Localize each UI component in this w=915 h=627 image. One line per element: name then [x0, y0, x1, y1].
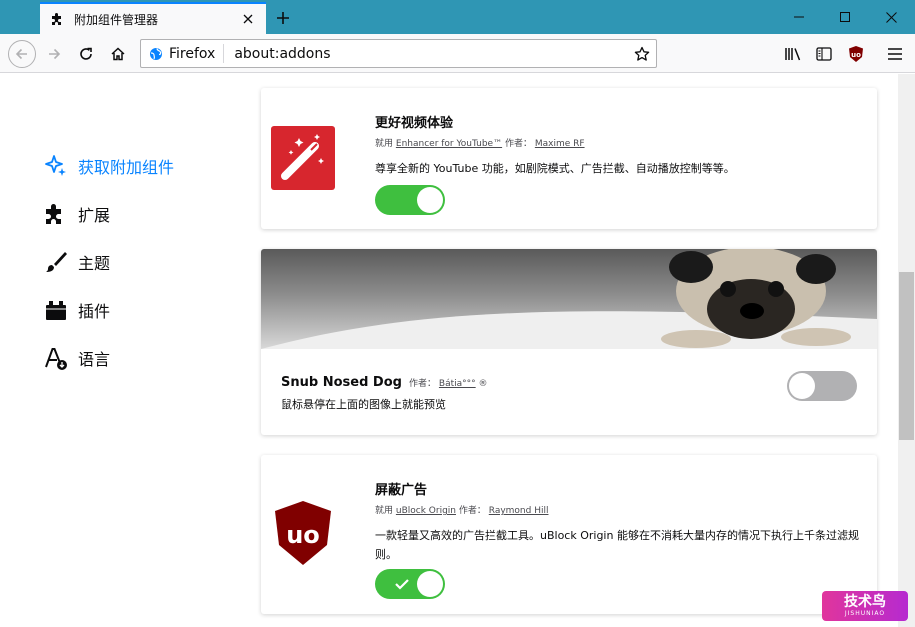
close-tab-icon[interactable] — [240, 11, 256, 27]
forward-arrow-icon — [49, 48, 61, 60]
svg-text:uo: uo — [286, 521, 320, 549]
identity-label: Firefox — [169, 45, 216, 62]
category-languages[interactable]: 语言 — [44, 343, 110, 373]
addon-toggle[interactable] — [375, 185, 445, 215]
url-bar[interactable]: Firefox about:addons — [140, 39, 657, 68]
author-link[interactable]: Bátia°°° — [439, 379, 476, 389]
addon-meta: 就用 Enhancer for YouTube™ 作者： Maxime RF — [375, 136, 865, 149]
category-label: 语言 — [78, 350, 111, 369]
addon-description: 鼠标悬停在上面的图像上就能预览 — [281, 398, 446, 411]
addon-description: 尊享全新的 YouTube 功能，如剧院模式、广告拦截、自动播放控制等等。 — [375, 162, 735, 175]
home-icon — [111, 47, 125, 61]
home-button[interactable] — [104, 40, 132, 68]
addon-card-enhancer-for-youtube: 更好视频体验 就用 Enhancer for YouTube™ 作者： Maxi… — [261, 88, 877, 229]
watermark-logo: 技术鸟 JISHUNIAO — [822, 591, 908, 621]
brush-icon — [44, 250, 68, 274]
plugin-icon — [44, 298, 68, 322]
category-label: 获取附加组件 — [78, 158, 175, 177]
category-themes[interactable]: 主题 — [44, 247, 110, 277]
category-plugins[interactable]: 插件 — [44, 295, 110, 325]
addon-card-snub-nosed-dog: Snub Nosed Dog 作者： Bátia°°° ® 鼠标悬停在上面的图像… — [261, 249, 877, 435]
meta-prefix: 就用 — [375, 506, 394, 516]
globe-icon — [150, 47, 162, 60]
addon-meta: 就用 uBlock Origin 作者： Raymond Hill — [375, 503, 863, 516]
watermark-main: 技术鸟 — [844, 594, 886, 610]
copyright-icon: ® — [478, 379, 488, 389]
maximize-button[interactable] — [822, 0, 868, 34]
addon-link[interactable]: uBlock Origin — [396, 506, 456, 516]
forward-button[interactable] — [40, 40, 68, 68]
author-link[interactable]: Maxime RF — [535, 139, 585, 149]
category-label: 扩展 — [78, 206, 111, 225]
pug-image — [261, 249, 877, 349]
magic-wand-icon — [271, 126, 335, 190]
author-label: 作者： — [409, 379, 437, 389]
meta-prefix: 就用 — [375, 139, 394, 149]
addon-link[interactable]: Enhancer for YouTube™ — [396, 139, 502, 149]
page-scrollbar[interactable] — [898, 74, 915, 627]
author-label: 作者： — [458, 506, 486, 516]
sparkle-icon — [44, 154, 68, 178]
addon-meta: 作者： Bátia°°° ® — [409, 379, 488, 389]
minimize-button[interactable] — [776, 0, 822, 34]
close-window-button[interactable] — [868, 0, 914, 34]
scrollbar-thumb[interactable] — [899, 272, 914, 440]
watermark-sub: JISHUNIAO — [844, 610, 886, 617]
url-input[interactable]: about:addons — [234, 46, 628, 62]
bookmark-star-icon[interactable] — [628, 46, 656, 62]
back-arrow-icon — [15, 48, 27, 60]
theme-preview-image — [261, 249, 877, 349]
addon-info: 更好视频体验 就用 Enhancer for YouTube™ 作者： Maxi… — [375, 112, 865, 178]
ublock-shield-icon: uo — [271, 497, 335, 569]
sidebar-button[interactable] — [813, 43, 835, 65]
puzzle-icon — [50, 11, 66, 27]
category-get-addons[interactable]: 获取附加组件 — [44, 151, 174, 181]
category-extensions[interactable]: 扩展 — [44, 199, 110, 229]
addon-description: 一款轻量又高效的广告拦截工具。uBlock Origin 能够在不消耗大量内存的… — [375, 529, 859, 561]
ublock-shield-icon: uo — [849, 46, 863, 62]
addon-toggle[interactable] — [787, 371, 857, 401]
language-icon — [44, 346, 68, 370]
toggle-knob — [417, 187, 443, 213]
addons-page: 获取附加组件 扩展 主题 插件 语言 更好视频体验 就用 Enhancer fo… — [0, 74, 898, 627]
addon-name: 屏蔽广告 — [375, 483, 428, 498]
addon-info: 屏蔽广告 就用 uBlock Origin 作者： Raymond Hill 一… — [375, 479, 863, 564]
tab-addons-manager[interactable]: 附加组件管理器 — [40, 2, 266, 34]
navigation-toolbar: Firefox about:addons uo — [0, 34, 915, 73]
addon-name: 更好视频体验 — [375, 116, 454, 131]
category-label: 插件 — [78, 302, 111, 321]
menu-button[interactable] — [884, 43, 906, 65]
hamburger-menu-icon — [888, 48, 902, 60]
toggle-knob — [789, 373, 815, 399]
reload-button[interactable] — [72, 40, 100, 68]
addon-name: Snub Nosed Dog — [281, 375, 402, 390]
new-tab-button[interactable] — [272, 7, 294, 29]
back-button[interactable] — [8, 40, 36, 68]
title-bar: 附加组件管理器 — [0, 0, 915, 34]
addon-card-ublock-origin: uo 屏蔽广告 就用 uBlock Origin 作者： Raymond Hil… — [261, 455, 877, 614]
theme-info: Snub Nosed Dog 作者： Bátia°°° ® 鼠标悬停在上面的图像… — [281, 371, 488, 414]
library-button[interactable] — [782, 43, 804, 65]
author-link[interactable]: Raymond Hill — [489, 506, 549, 516]
checkmark-icon — [395, 579, 409, 590]
svg-text:uo: uo — [851, 51, 861, 59]
puzzle-icon — [44, 202, 68, 226]
library-icon — [785, 48, 801, 61]
sidebar-icon — [816, 47, 832, 61]
toggle-knob — [417, 571, 443, 597]
addon-toggle[interactable] — [375, 569, 445, 599]
category-label: 主题 — [78, 254, 111, 273]
site-identity[interactable]: Firefox — [149, 44, 225, 63]
reload-icon — [80, 47, 92, 60]
author-label: 作者： — [504, 139, 532, 149]
ublock-origin-button[interactable]: uo — [845, 43, 867, 65]
tab-title: 附加组件管理器 — [74, 12, 159, 27]
